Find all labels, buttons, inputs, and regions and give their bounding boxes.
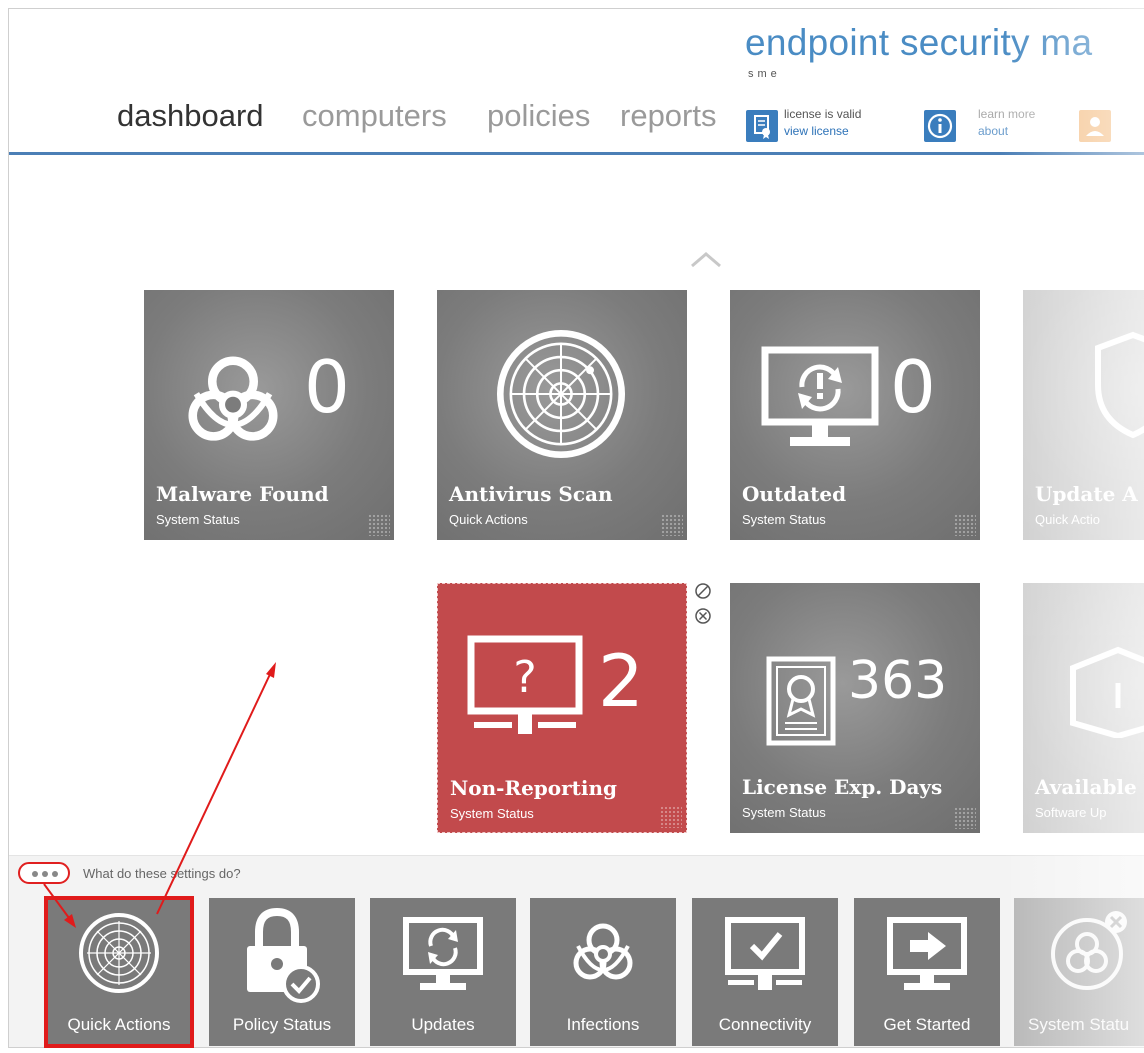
- dot: [42, 871, 48, 877]
- tile-title: Malware Found: [156, 482, 329, 506]
- biohazard-icon: [573, 923, 633, 980]
- dot: [52, 871, 58, 877]
- category-policy-status[interactable]: Policy Status: [209, 898, 355, 1046]
- tile-subtitle: System Status: [742, 805, 826, 820]
- category-label: Policy Status: [232, 1015, 332, 1034]
- resize-grip-icon[interactable]: [954, 807, 976, 829]
- tile-subtitle: System Status: [156, 512, 240, 527]
- category-get-started[interactable]: Get Started: [854, 898, 1000, 1046]
- category-label: Get Started: [883, 1015, 971, 1034]
- tile-outdated[interactable]: 0 Outdated System Status: [730, 290, 980, 540]
- nav-policies[interactable]: policies: [487, 98, 590, 134]
- category-quick-actions[interactable]: Quick Actions: [44, 896, 194, 1048]
- category-connectivity[interactable]: Connectivity: [692, 898, 838, 1046]
- tile-subtitle: System Status: [450, 806, 534, 821]
- biohazard-icon: [188, 356, 278, 441]
- nav-computers[interactable]: computers: [302, 98, 447, 134]
- tile-title: Antivirus Scan: [449, 482, 613, 506]
- brand-title: endpoint security ma: [745, 22, 1093, 63]
- category-label: Quick Actions: [67, 1015, 171, 1034]
- remove-tile-icon[interactable]: [694, 607, 712, 625]
- category-infections[interactable]: Infections: [530, 898, 676, 1046]
- radar-icon: [496, 329, 626, 459]
- monitor-check-icon: [725, 917, 805, 990]
- monitor-arrow-icon: [887, 917, 967, 990]
- shield-icon: [1095, 331, 1144, 439]
- tile-title: Update A: [1035, 482, 1138, 506]
- license-status-text: license is valid: [784, 107, 862, 121]
- tile-antivirus-scan[interactable]: Antivirus Scan Quick Actions: [437, 290, 687, 540]
- resize-grip-icon[interactable]: [660, 806, 682, 828]
- lock-check-icon: [247, 907, 320, 1003]
- brand-edition: sme: [748, 68, 781, 80]
- dashboard-window: endpoint security ma sme dashboard compu…: [0, 0, 1144, 1053]
- dot: [32, 871, 38, 877]
- biohazard-icon: [1051, 911, 1127, 990]
- tile-title: Non-Reporting: [450, 776, 618, 800]
- tile-subtitle: Software Up: [1035, 805, 1107, 820]
- header-divider: [9, 152, 1144, 155]
- non-reporting-count: 2: [598, 639, 644, 723]
- monitor-refresh-icon: [761, 346, 879, 446]
- category-label: Infections: [566, 1015, 640, 1034]
- view-license-link[interactable]: view license: [784, 124, 849, 138]
- info-icon[interactable]: [924, 110, 956, 142]
- radar-icon: [79, 913, 159, 993]
- category-system-status[interactable]: System Statu: [1014, 898, 1144, 1046]
- category-bar-divider: [9, 855, 1144, 856]
- learn-more-text: learn more: [978, 107, 1036, 121]
- license-days-count: 363: [848, 651, 948, 711]
- scroll-up-chevron-icon[interactable]: [690, 250, 722, 273]
- more-options-button[interactable]: [18, 862, 70, 884]
- resize-grip-icon[interactable]: [368, 514, 390, 536]
- tile-update[interactable]: Update A Quick Actio: [1023, 290, 1144, 540]
- resize-grip-icon[interactable]: [954, 514, 976, 536]
- settings-help-link[interactable]: What do these settings do?: [83, 866, 241, 881]
- about-link[interactable]: about: [978, 124, 1008, 138]
- category-updates[interactable]: Updates: [370, 898, 516, 1046]
- category-label: Updates: [411, 1015, 475, 1034]
- tile-available[interactable]: Available Software Up: [1023, 583, 1144, 833]
- outdated-count: 0: [890, 345, 936, 429]
- tile-title: Available: [1035, 775, 1137, 799]
- category-label: System Statu: [1028, 1015, 1130, 1034]
- nav-dashboard[interactable]: dashboard: [117, 98, 264, 134]
- certificate-icon: [766, 656, 836, 746]
- tile-title: Outdated: [742, 482, 847, 506]
- tile-malware-found[interactable]: 0 Malware Found System Status: [144, 290, 394, 540]
- tile-non-reporting[interactable]: ? 2 Non-Reporting System Status: [437, 583, 687, 833]
- tile-title: License Exp. Days: [742, 775, 943, 799]
- category-label: Connectivity: [718, 1015, 812, 1034]
- malware-count: 0: [304, 345, 350, 429]
- tile-subtitle: Quick Actio: [1035, 512, 1101, 527]
- disable-tile-icon[interactable]: [694, 582, 712, 600]
- monitor-sync-icon: [403, 917, 483, 990]
- tile-subtitle: System Status: [742, 512, 826, 527]
- tile-subtitle: Quick Actions: [449, 512, 528, 527]
- tile-license-exp-days[interactable]: 363 License Exp. Days System Status: [730, 583, 980, 833]
- frame-border: [8, 1047, 1144, 1048]
- frame-border: [8, 8, 1144, 9]
- software-box-icon: [1070, 646, 1144, 738]
- resize-grip-icon[interactable]: [661, 514, 683, 536]
- license-certificate-icon[interactable]: [746, 110, 778, 142]
- svg-text:?: ?: [513, 652, 536, 703]
- user-icon[interactable]: [1079, 110, 1111, 142]
- nav-reports[interactable]: reports: [620, 98, 716, 134]
- monitor-question-icon: ?: [467, 635, 583, 734]
